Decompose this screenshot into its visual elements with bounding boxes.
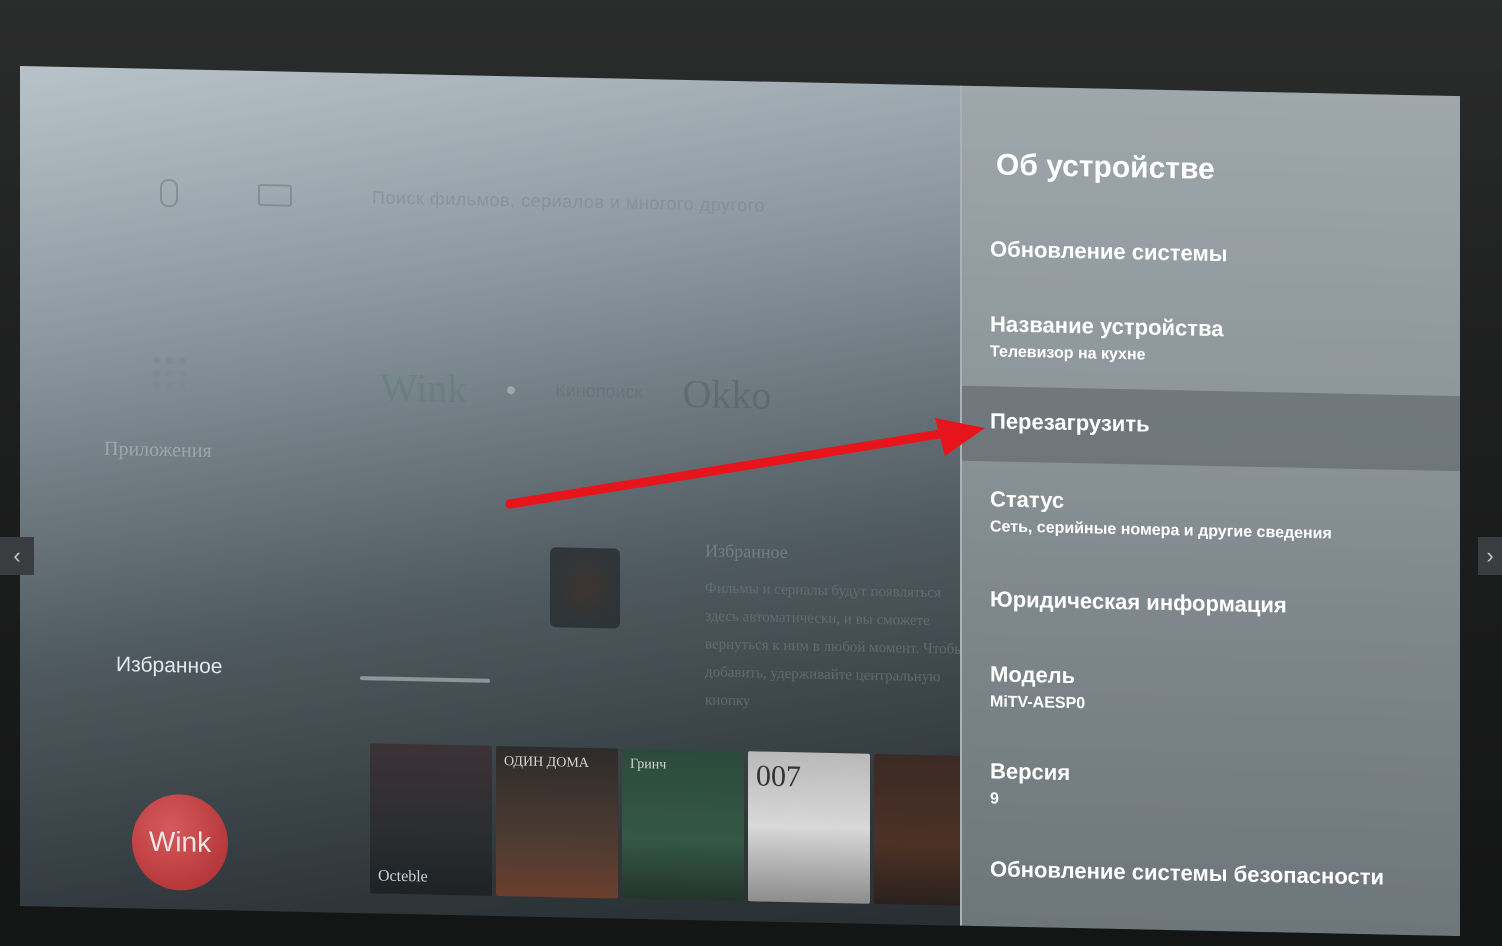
poster-top-text: ОДИН ДОМА <box>504 754 589 771</box>
wink-app-button[interactable]: Wink <box>132 793 228 892</box>
menu-item-model[interactable]: Модель MiTV-AESP0 <box>990 661 1450 721</box>
chevron-right-icon[interactable]: › <box>1478 537 1502 575</box>
poster-title: Octeble <box>378 867 428 886</box>
poster-card[interactable]: Octeble <box>370 743 492 896</box>
home-screen: Поиск фильмов, сериалов и многого другог… <box>20 66 996 926</box>
menu-item-sublabel: 9 <box>990 790 999 808</box>
tv-screen: Поиск фильмов, сериалов и многого другог… <box>20 66 1460 937</box>
menu-item-label: Название устройства <box>990 311 1224 342</box>
microphone-icon[interactable] <box>160 178 178 208</box>
search-hint: Поиск фильмов, сериалов и многого другог… <box>372 186 765 216</box>
menu-item-device-name[interactable]: Название устройства Телевизор на кухне <box>990 311 1450 371</box>
menu-item-label: Статус <box>990 486 1065 513</box>
favorites-thumbnail <box>550 547 620 629</box>
focus-underline <box>360 676 490 683</box>
poster-card[interactable]: Гринч <box>622 748 744 902</box>
menu-item-restart[interactable]: Перезагрузить <box>962 385 1460 472</box>
menu-item-sublabel: Телевизор на кухне <box>990 343 1146 364</box>
channel-wink[interactable]: Wink <box>380 364 467 413</box>
menu-item-label: Обновление системы безопасности <box>990 856 1385 890</box>
channel-dot-indicator <box>507 385 516 394</box>
menu-item-status[interactable]: Статус Сеть, серийные номера и другие св… <box>990 486 1450 546</box>
panel-title: Об устройстве <box>996 148 1215 187</box>
channel-row: Wink Кинопоиск Okko <box>380 364 771 419</box>
favorites-section-description: Фильмы и сериалы будут появляться здесь … <box>705 580 965 710</box>
chevron-left-icon[interactable]: ‹ <box>0 537 34 575</box>
menu-item-security-update[interactable]: Обновление системы безопасности <box>990 856 1450 892</box>
menu-item-label: Обновление системы <box>990 236 1228 267</box>
menu-item-legal-info[interactable]: Юридическая информация <box>990 586 1450 622</box>
poster-card[interactable]: ОДИН ДОМА <box>496 745 618 899</box>
apps-label: Приложения <box>104 437 212 463</box>
poster-top-text: Гринч <box>630 756 667 773</box>
search-bar[interactable]: Поиск фильмов, сериалов и многого другог… <box>160 178 765 220</box>
keyboard-icon[interactable] <box>258 183 292 207</box>
wink-app-label: Wink <box>148 825 212 859</box>
menu-item-version[interactable]: Версия 9 <box>990 758 1450 818</box>
channel-kinopoisk[interactable]: Кинопоиск <box>555 380 642 403</box>
apps-grid-icon[interactable] <box>150 353 190 395</box>
menu-item-sublabel: MiTV-AESP0 <box>990 693 1086 713</box>
menu-item-label: Перезагрузить <box>990 408 1150 437</box>
menu-item-label: Юридическая информация <box>990 586 1287 618</box>
menu-item-label: Модель <box>990 661 1076 689</box>
favorites-section-title: Избранное <box>705 540 788 563</box>
poster-top-text: 007 <box>756 759 801 794</box>
menu-item-label: Версия <box>990 758 1071 785</box>
settings-panel: Об устройстве Обновление системы Названи… <box>960 85 1460 937</box>
favorites-row-label: Избранное <box>116 653 223 679</box>
channel-okko[interactable]: Okko <box>682 370 771 419</box>
poster-card[interactable]: 007 <box>748 751 870 904</box>
poster-row: Octeble ОДИН ДОМА Гринч 007 <box>370 743 996 907</box>
menu-item-system-update[interactable]: Обновление системы <box>990 236 1450 272</box>
menu-item-sublabel: Сеть, серийные номера и другие сведения <box>990 518 1332 543</box>
